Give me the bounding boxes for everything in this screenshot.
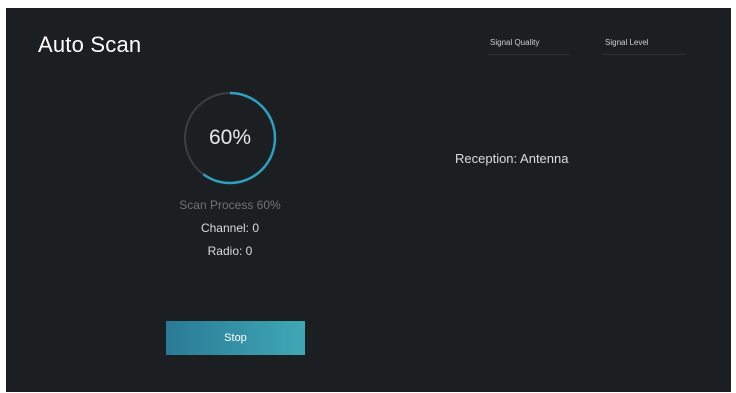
page-title: Auto Scan — [38, 32, 142, 57]
signal-level-meter — [603, 54, 685, 55]
channel-count: Channel: 0 — [200, 221, 260, 235]
signal-level-label: Signal Level — [605, 38, 649, 47]
signal-quality-label: Signal Quality — [490, 38, 540, 47]
reception-status: Reception: Antenna — [455, 151, 569, 166]
scan-process-text: Scan Process 60% — [179, 198, 281, 212]
auto-scan-screen: Auto Scan Signal Quality Signal Level 60… — [6, 8, 731, 392]
signal-quality-meter — [488, 54, 570, 55]
progress-percent: 60% — [208, 126, 252, 149]
radio-count: Radio: 0 — [207, 244, 253, 258]
stop-button[interactable]: Stop — [166, 321, 305, 355]
